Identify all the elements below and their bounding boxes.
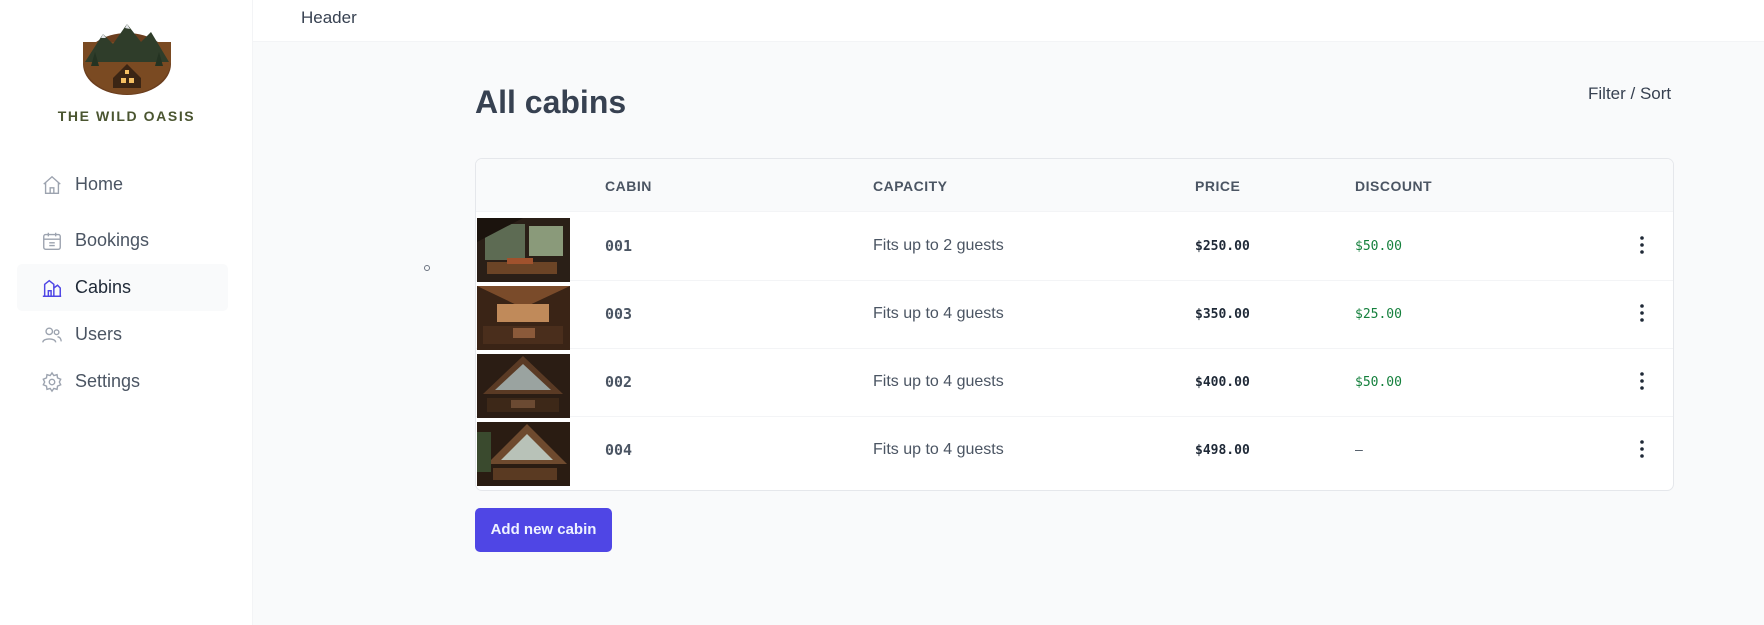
cabin-photo <box>477 354 570 418</box>
gear-icon <box>41 371 63 393</box>
sidebar: THE WILD OASIS Home Bookings Cabins User… <box>0 0 253 625</box>
sidebar-item-label: Cabins <box>75 277 132 297</box>
users-icon <box>41 324 63 346</box>
sidebar-item-bookings[interactable]: Bookings <box>17 217 228 264</box>
column-header-cabin: CABIN <box>605 178 652 194</box>
sidebar-item-users[interactable]: Users <box>17 311 228 358</box>
filter-sort-control[interactable]: Filter / Sort <box>1588 84 1671 104</box>
cabin-discount: $25.00 <box>1355 307 1402 322</box>
cabin-price: $498.00 <box>1195 443 1250 458</box>
sidebar-item-label: Users <box>75 324 123 344</box>
brand-name: THE WILD OASIS <box>57 108 196 124</box>
cabin-name: 003 <box>605 305 633 323</box>
table-header: CABIN CAPACITY PRICE DISCOUNT <box>476 159 1673 212</box>
header-label: Header <box>301 8 357 27</box>
cabin-price: $250.00 <box>1195 239 1250 254</box>
cabin-photo <box>477 422 570 486</box>
cabin-icon <box>41 277 63 299</box>
sidebar-item-label: Home <box>75 174 124 194</box>
cabin-name: 004 <box>605 441 633 459</box>
home-icon <box>41 174 63 196</box>
mountain-cabin-logo <box>82 24 171 95</box>
app-header: Header <box>253 0 1764 42</box>
cabin-name: 002 <box>605 373 633 391</box>
kebab-menu-icon[interactable] <box>1630 301 1654 325</box>
cabin-discount: $50.00 <box>1355 239 1402 254</box>
add-new-cabin-button[interactable]: Add new cabin <box>475 508 612 552</box>
cabin-capacity: Fits up to 2 guests <box>873 237 1004 254</box>
cabin-photo <box>477 286 570 350</box>
sidebar-item-label: Bookings <box>75 230 150 250</box>
cabin-discount: $50.00 <box>1355 375 1402 390</box>
cabins-table: CABIN CAPACITY PRICE DISCOUNT 001 Fits u… <box>475 158 1674 491</box>
logo: THE WILD OASIS <box>0 22 253 124</box>
cabin-photo <box>477 218 570 282</box>
kebab-menu-icon[interactable] <box>1630 369 1654 393</box>
table-row: 001 Fits up to 2 guests $250.00 $50.00 <box>476 213 1673 282</box>
sidebar-item-settings[interactable]: Settings <box>17 358 228 405</box>
table-row: 004 Fits up to 4 guests $498.00 — <box>476 417 1673 486</box>
table-row: 002 Fits up to 4 guests $400.00 $50.00 <box>476 349 1673 418</box>
sidebar-item-cabins[interactable]: Cabins <box>17 264 228 311</box>
kebab-menu-icon[interactable] <box>1630 233 1654 257</box>
cabin-name: 001 <box>605 237 633 255</box>
calendar-icon <box>41 230 63 252</box>
kebab-menu-icon[interactable] <box>1630 437 1654 461</box>
sidebar-item-label: Settings <box>75 371 141 391</box>
cabin-capacity: Fits up to 4 guests <box>873 373 1004 390</box>
page-title: All cabins <box>475 84 627 120</box>
column-header-discount: DISCOUNT <box>1355 178 1433 194</box>
spinner-dot <box>424 265 430 271</box>
cabin-capacity: Fits up to 4 guests <box>873 305 1004 322</box>
cabin-price: $400.00 <box>1195 375 1250 390</box>
cabin-discount: — <box>1355 443 1363 458</box>
sidebar-item-home[interactable]: Home <box>17 161 228 208</box>
table-row: 003 Fits up to 4 guests $350.00 $25.00 <box>476 281 1673 350</box>
sidebar-nav: Home Bookings Cabins Users Settings <box>17 161 228 405</box>
cabin-capacity: Fits up to 4 guests <box>873 441 1004 458</box>
cabin-price: $350.00 <box>1195 307 1250 322</box>
column-header-capacity: CAPACITY <box>873 178 948 194</box>
column-header-price: PRICE <box>1195 178 1241 194</box>
